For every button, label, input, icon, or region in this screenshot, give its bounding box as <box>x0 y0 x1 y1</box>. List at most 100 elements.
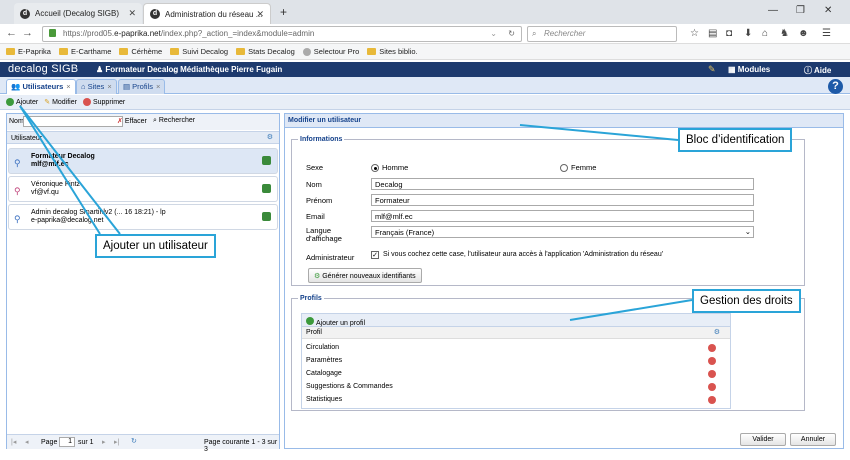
dropdown-arrow-icon[interactable]: ⌄ <box>490 27 497 41</box>
restore-icon[interactable]: ❐ <box>796 5 805 16</box>
tab-profils[interactable]: ▤ Profils × <box>118 79 166 94</box>
profile-column-header[interactable]: Profil ⚙ <box>302 327 730 339</box>
validate-button[interactable]: Valider <box>740 433 786 446</box>
callout-identification: Bloc d’identification <box>678 128 793 152</box>
list-item[interactable]: ⚲ Véronique Fintz vf@vf.qu <box>8 176 278 202</box>
tab-utilisateurs[interactable]: 👥 Utilisateurs × <box>6 79 76 94</box>
nom-field[interactable]: Decalog <box>371 178 754 190</box>
bookmark-label: Selectour Pro <box>313 47 360 56</box>
table-row[interactable]: Paramètres <box>302 354 730 367</box>
help-menu[interactable]: ⓘ Aide <box>804 65 831 76</box>
delete-button[interactable]: Supprimer <box>82 98 125 106</box>
male-user-icon: ⚲ <box>14 158 21 168</box>
admin-checkbox[interactable]: ✓ <box>371 251 379 259</box>
email-field[interactable]: mlf@mlf.ec <box>371 210 754 222</box>
table-row[interactable]: Circulation <box>302 341 730 354</box>
url-bar[interactable]: https://prod05.e-paprika.net/index.php?_… <box>42 26 522 42</box>
url-host: e-paprika.net <box>114 29 161 38</box>
help-icon[interactable]: ? <box>828 79 843 94</box>
columns-settings-icon[interactable]: ⚙ <box>267 133 273 141</box>
close-tab-icon[interactable]: ✕ <box>256 9 264 20</box>
column-label: Utilisateur <box>11 135 43 142</box>
shield-icon[interactable]: ♞ <box>780 28 789 39</box>
add-button[interactable]: Ajouter <box>6 98 38 106</box>
pocket-icon[interactable]: ◘ <box>726 28 732 39</box>
page-input[interactable]: 1 <box>59 437 75 447</box>
remove-profile-icon[interactable] <box>708 357 716 365</box>
prenom-field[interactable]: Formateur <box>371 194 754 206</box>
browser-tab-administration[interactable]: d Administration du réseau ... ✕ <box>143 3 271 24</box>
nom-search-input[interactable] <box>23 116 123 127</box>
current-library[interactable]: ⌂ Médiathèque Pierre Fugain <box>173 65 282 74</box>
langue-select[interactable]: Français (France) ⌄ <box>371 226 754 238</box>
last-page-icon[interactable]: ▸| <box>114 438 119 446</box>
bookmark-item[interactable]: Stats Decalog <box>236 47 295 56</box>
callout-rights: Gestion des droits <box>692 289 801 313</box>
reading-list-icon[interactable]: ▤ <box>708 28 717 39</box>
prev-page-icon[interactable]: ◂ <box>25 438 29 446</box>
decalog-favicon-icon: d <box>150 9 160 19</box>
table-row[interactable]: Suggestions & Commandes <box>302 380 730 393</box>
profiles-legend: Profils <box>300 295 322 302</box>
home-icon[interactable]: ⌂ <box>762 28 768 39</box>
user-column-header[interactable]: Utilisateur ⚙ <box>7 131 279 144</box>
list-item[interactable]: ⚲ Formateur Decalog mlf@mlf.ec <box>8 148 278 174</box>
clear-button[interactable]: ✗ Effacer <box>117 117 147 125</box>
bookmark-item[interactable]: Sites biblio. <box>367 47 418 56</box>
edit-user-icon[interactable] <box>262 212 271 221</box>
bookmark-star-icon[interactable]: ☆ <box>690 28 699 39</box>
current-user[interactable]: ♟ Formateur Decalog <box>96 65 178 74</box>
remove-profile-icon[interactable] <box>708 383 716 391</box>
cancel-button[interactable]: Annuler <box>790 433 836 446</box>
remove-profile-icon[interactable] <box>708 370 716 378</box>
columns-settings-icon[interactable]: ⚙ <box>714 328 720 336</box>
table-row[interactable]: Statistiques <box>302 393 730 406</box>
clear-label: Effacer <box>124 118 147 125</box>
edit-user-icon[interactable] <box>262 156 271 165</box>
next-page-icon[interactable]: ▸ <box>102 438 106 446</box>
first-page-icon[interactable]: |◂ <box>11 438 16 446</box>
search-button[interactable]: ⌕ Rechercher <box>153 117 195 125</box>
close-icon[interactable]: × <box>66 82 70 91</box>
account-icon[interactable]: ☻ <box>798 28 809 39</box>
remove-profile-icon[interactable] <box>708 396 716 404</box>
edit-button[interactable]: ✎ Modifier <box>44 98 77 107</box>
folder-icon <box>58 48 68 55</box>
refresh-icon[interactable]: ↻ <box>131 437 137 445</box>
bookmark-item[interactable]: Cérhème <box>119 47 162 56</box>
download-icon[interactable]: ⬇ <box>744 28 752 39</box>
new-tab-icon[interactable]: + <box>280 5 287 19</box>
bookmark-item[interactable]: E-Carthame <box>58 47 111 56</box>
current-user-label: Formateur Decalog <box>105 65 179 74</box>
browser-search-input[interactable]: ⌕ Rechercher <box>527 26 677 42</box>
tab-sites[interactable]: ⌂ Sites × <box>76 79 117 94</box>
bookmark-item[interactable]: E-Paprika <box>6 47 51 56</box>
bookmark-label: Suivi Decalog <box>182 47 229 56</box>
binoculars-icon: ⌕ <box>153 117 157 124</box>
bookmark-item[interactable]: Suivi Decalog <box>170 47 228 56</box>
add-profile-button[interactable]: Ajouter un profil <box>302 314 730 327</box>
globe-icon <box>302 47 311 56</box>
close-window-icon[interactable]: ✕ <box>824 5 832 16</box>
folder-icon <box>367 48 377 55</box>
close-icon[interactable]: × <box>107 82 111 91</box>
generate-credentials-button[interactable]: ⚙ Générer nouveaux identifiants <box>308 268 422 283</box>
forward-icon[interactable]: → <box>22 27 33 39</box>
close-icon[interactable]: × <box>156 82 160 91</box>
minimize-icon[interactable]: — <box>768 5 778 16</box>
edit-user-icon[interactable] <box>262 184 271 193</box>
radio-femme[interactable] <box>560 164 568 172</box>
browser-tab-accueil[interactable]: d Accueil (Decalog SIGB) ✕ <box>14 3 142 24</box>
remove-profile-icon[interactable] <box>708 344 716 352</box>
back-icon[interactable]: ← <box>6 27 17 39</box>
menu-icon[interactable]: ☰ <box>822 28 831 39</box>
profile-name: Catalogage <box>306 370 342 377</box>
bookmark-item[interactable]: Selectour Pro <box>302 47 360 56</box>
radio-homme[interactable] <box>371 164 379 172</box>
user-settings-icon[interactable]: ✎ <box>708 64 716 75</box>
list-item[interactable]: ⚲ Admin decalog Smartinlv2 (... 16 18:21… <box>8 204 278 230</box>
table-row[interactable]: Catalogage <box>302 367 730 380</box>
close-tab-icon[interactable]: ✕ <box>128 8 136 19</box>
modules-menu[interactable]: ▦ Modules <box>728 65 770 74</box>
reload-icon[interactable]: ↻ <box>508 27 515 41</box>
